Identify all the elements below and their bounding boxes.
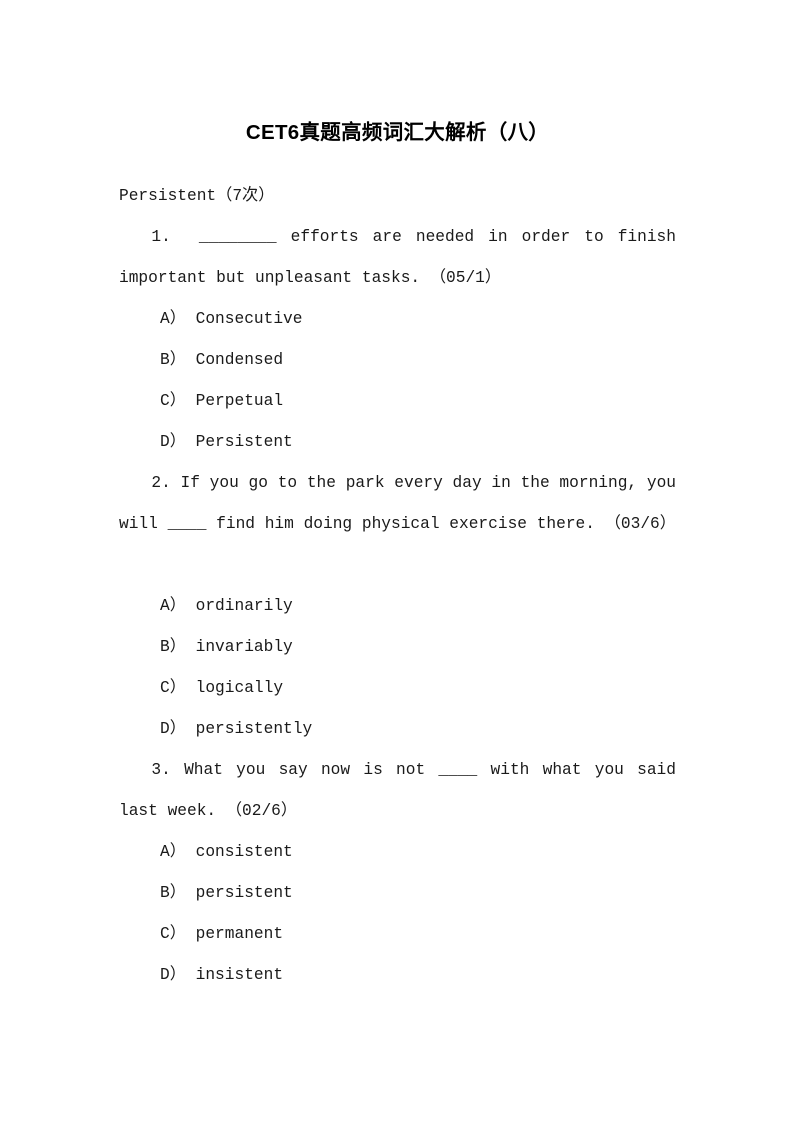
option-letter: A）	[160, 310, 186, 328]
question-block: 1. ________ efforts are needed in order …	[119, 217, 676, 463]
option-text: invariably	[195, 638, 293, 656]
option-text: insistent	[195, 966, 284, 984]
document-page: CET6真题高频词汇大解析（八） Persistent（7次） 1. _____…	[0, 0, 793, 1122]
option-text: Condensed	[195, 351, 284, 369]
option-text: persistent	[195, 884, 293, 902]
option-letter: B）	[160, 638, 186, 656]
question-stem: 1. ________ efforts are needed in order …	[119, 228, 686, 287]
document-body: Persistent（7次） 1. ________ efforts are n…	[119, 176, 676, 996]
option-text: Perpetual	[195, 392, 284, 410]
option-row[interactable]: D） insistent	[119, 955, 676, 996]
option-row[interactable]: B） persistent	[119, 873, 676, 914]
question-block: 2. If you go to the park every day in th…	[119, 463, 676, 750]
option-letter: B）	[160, 884, 186, 902]
option-text: permanent	[195, 925, 284, 943]
option-text: ordinarily	[195, 597, 293, 615]
question-block: 3. What you say now is not ____ with wha…	[119, 750, 676, 996]
option-row[interactable]: D） persistently	[119, 709, 676, 750]
option-letter: C）	[160, 392, 186, 410]
option-row[interactable]: B） invariably	[119, 627, 676, 668]
option-letter: C）	[160, 925, 186, 943]
option-row[interactable]: A） ordinarily	[119, 586, 676, 627]
option-letter: B）	[160, 351, 186, 369]
option-text: Consecutive	[195, 310, 303, 328]
option-row[interactable]: C） permanent	[119, 914, 676, 955]
option-row[interactable]: A） consistent	[119, 832, 676, 873]
option-row[interactable]: B） Condensed	[119, 340, 676, 381]
option-text: Persistent	[195, 433, 293, 451]
option-letter: C）	[160, 679, 186, 697]
option-text: logically	[195, 679, 284, 697]
option-text: consistent	[195, 843, 293, 861]
option-row[interactable]: C） logically	[119, 668, 676, 709]
option-letter: A）	[160, 843, 186, 861]
question-stem: 3. What you say now is not ____ with wha…	[119, 761, 686, 820]
question-stem: 2. If you go to the park every day in th…	[119, 474, 686, 533]
headword-line: Persistent（7次）	[119, 187, 275, 205]
option-row[interactable]: C） Perpetual	[119, 381, 676, 422]
option-letter: D）	[160, 720, 186, 738]
option-letter: A）	[160, 597, 186, 615]
option-text: persistently	[195, 720, 313, 738]
option-letter: D）	[160, 433, 186, 451]
option-row[interactable]: D） Persistent	[119, 422, 676, 463]
option-letter: D）	[160, 966, 186, 984]
option-row[interactable]: A） Consecutive	[119, 299, 676, 340]
page-title: CET6真题高频词汇大解析（八）	[245, 121, 550, 144]
